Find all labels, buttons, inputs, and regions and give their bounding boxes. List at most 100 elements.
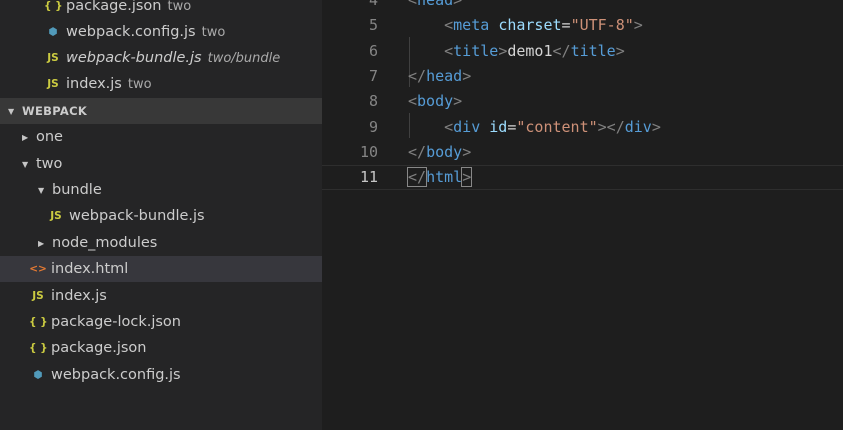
tree-file-index-js[interactable]: JS index.js <box>0 283 322 309</box>
code-token: > <box>615 42 625 60</box>
tree-item-label: package.json <box>51 340 147 356</box>
chevron-down-icon: ▼ <box>8 106 15 116</box>
tree-item-label: node_modules <box>52 235 158 251</box>
code-line[interactable]: 4 <head> <box>322 0 843 13</box>
code-token: < <box>408 0 418 9</box>
code-token: </ <box>406 167 428 187</box>
open-editor-name: index.js <box>66 76 122 92</box>
workspace-section-header[interactable]: ▼ WEBPACK <box>0 98 322 124</box>
code-token: > <box>462 67 472 85</box>
code-token: "content" <box>516 118 598 136</box>
tree-item-label: bundle <box>52 182 102 198</box>
code-token: </ <box>408 67 427 85</box>
webpack-config-icon: ⬢ <box>33 369 43 381</box>
tree-file-webpack-bundle[interactable]: JS webpack-bundle.js <box>0 203 322 229</box>
html-file-icon: <> <box>29 263 47 275</box>
code-token: > <box>462 143 472 161</box>
json-file-icon: { } <box>44 0 63 12</box>
code-line[interactable]: 10 </body> <box>322 140 843 165</box>
open-editor-folder: two/bundle <box>207 50 281 66</box>
code-token: charset <box>498 16 562 34</box>
open-editor-item[interactable]: JS webpack-bundle.js two/bundle <box>0 45 322 71</box>
code-line[interactable]: 6 <title>demo1</title> <box>322 39 843 64</box>
js-file-icon: JS <box>50 210 62 222</box>
code-token: div <box>453 118 481 136</box>
code-token: = <box>561 16 571 34</box>
open-editor-folder: two <box>127 76 152 92</box>
open-editor-folder: two <box>167 0 192 14</box>
chevron-right-icon: ▶ <box>22 132 29 142</box>
code-token: ></ <box>597 118 625 136</box>
js-file-icon: JS <box>32 290 44 302</box>
code-token: > <box>651 118 661 136</box>
code-token: title <box>453 42 499 60</box>
code-token: < <box>444 42 454 60</box>
line-number: 6 <box>368 42 378 60</box>
tree-folder-node-modules[interactable]: ▶ node_modules <box>0 230 322 256</box>
code-line[interactable]: 9 <div id="content"></div> <box>322 115 843 140</box>
code-text: <div id="content"></div> <box>408 115 661 140</box>
tree-item-label: webpack.config.js <box>51 367 181 383</box>
line-number: 11 <box>359 168 378 186</box>
code-line[interactable]: 8 <body> <box>322 89 843 114</box>
code-token: body <box>417 92 454 110</box>
open-editor-item[interactable]: { } package.json two <box>0 0 322 19</box>
code-token: > <box>633 16 643 34</box>
code-editor[interactable]: 4 <head> 5 <meta charset="UTF-8"> 6 <title>… <box>322 0 843 430</box>
code-text: <head> <box>408 0 462 13</box>
open-editor-item[interactable]: ⬢ webpack.config.js two <box>0 19 322 45</box>
json-file-icon: { } <box>29 342 48 354</box>
chevron-down-icon: ▼ <box>38 185 45 195</box>
code-token: html <box>426 168 463 186</box>
tree-folder-one[interactable]: ▶ one <box>0 124 322 150</box>
code-token: head <box>426 67 463 85</box>
code-token: body <box>426 143 463 161</box>
code-text: </html> <box>406 166 473 189</box>
tree-item-label: two <box>36 156 63 172</box>
js-file-icon: JS <box>47 52 59 64</box>
webpack-config-icon: ⬢ <box>48 26 58 38</box>
code-text: <body> <box>408 89 462 114</box>
tree-item-label: webpack-bundle.js <box>69 208 205 224</box>
line-number: 7 <box>368 67 378 85</box>
tree-folder-two[interactable]: ▼ two <box>0 151 322 177</box>
chevron-down-icon: ▼ <box>22 159 29 169</box>
code-token: "UTF-8" <box>570 16 634 34</box>
code-text: </body> <box>408 140 471 165</box>
code-token: id <box>489 118 508 136</box>
code-token: < <box>444 118 454 136</box>
tree-file-index-html[interactable]: <> index.html <box>0 256 322 282</box>
tree-item-label: package-lock.json <box>51 314 181 330</box>
code-token: head <box>417 0 454 9</box>
open-editor-name: webpack-bundle.js <box>66 50 202 66</box>
code-token: </ <box>408 143 427 161</box>
tree-file-webpack-config[interactable]: ⬢ webpack.config.js <box>0 362 322 388</box>
code-line[interactable]: 7 </head> <box>322 64 843 89</box>
json-file-icon: { } <box>29 316 48 328</box>
tree-file-package-lock[interactable]: { } package-lock.json <box>0 309 322 335</box>
code-token: </ <box>552 42 571 60</box>
open-editor-item[interactable]: JS index.js two <box>0 71 322 97</box>
code-token: meta <box>453 16 490 34</box>
line-number: 10 <box>359 143 378 161</box>
chevron-right-icon: ▶ <box>38 238 45 248</box>
code-line[interactable]: 11 </html> <box>322 165 843 190</box>
code-token: > <box>453 92 463 110</box>
code-line[interactable]: 5 <meta charset="UTF-8"> <box>322 13 843 38</box>
code-token: title <box>570 42 616 60</box>
open-editor-name: package.json <box>66 0 162 14</box>
tree-item-label: index.html <box>51 261 129 277</box>
line-number: 8 <box>368 92 378 110</box>
js-file-icon: JS <box>47 78 59 90</box>
tree-folder-bundle[interactable]: ▼ bundle <box>0 177 322 203</box>
tree-file-package-json[interactable]: { } package.json <box>0 335 322 361</box>
tree-item-label: index.js <box>51 288 107 304</box>
line-number: 5 <box>368 16 378 34</box>
code-token: < <box>408 92 418 110</box>
section-title: WEBPACK <box>22 104 88 118</box>
code-text: <title>demo1</title> <box>408 39 625 64</box>
